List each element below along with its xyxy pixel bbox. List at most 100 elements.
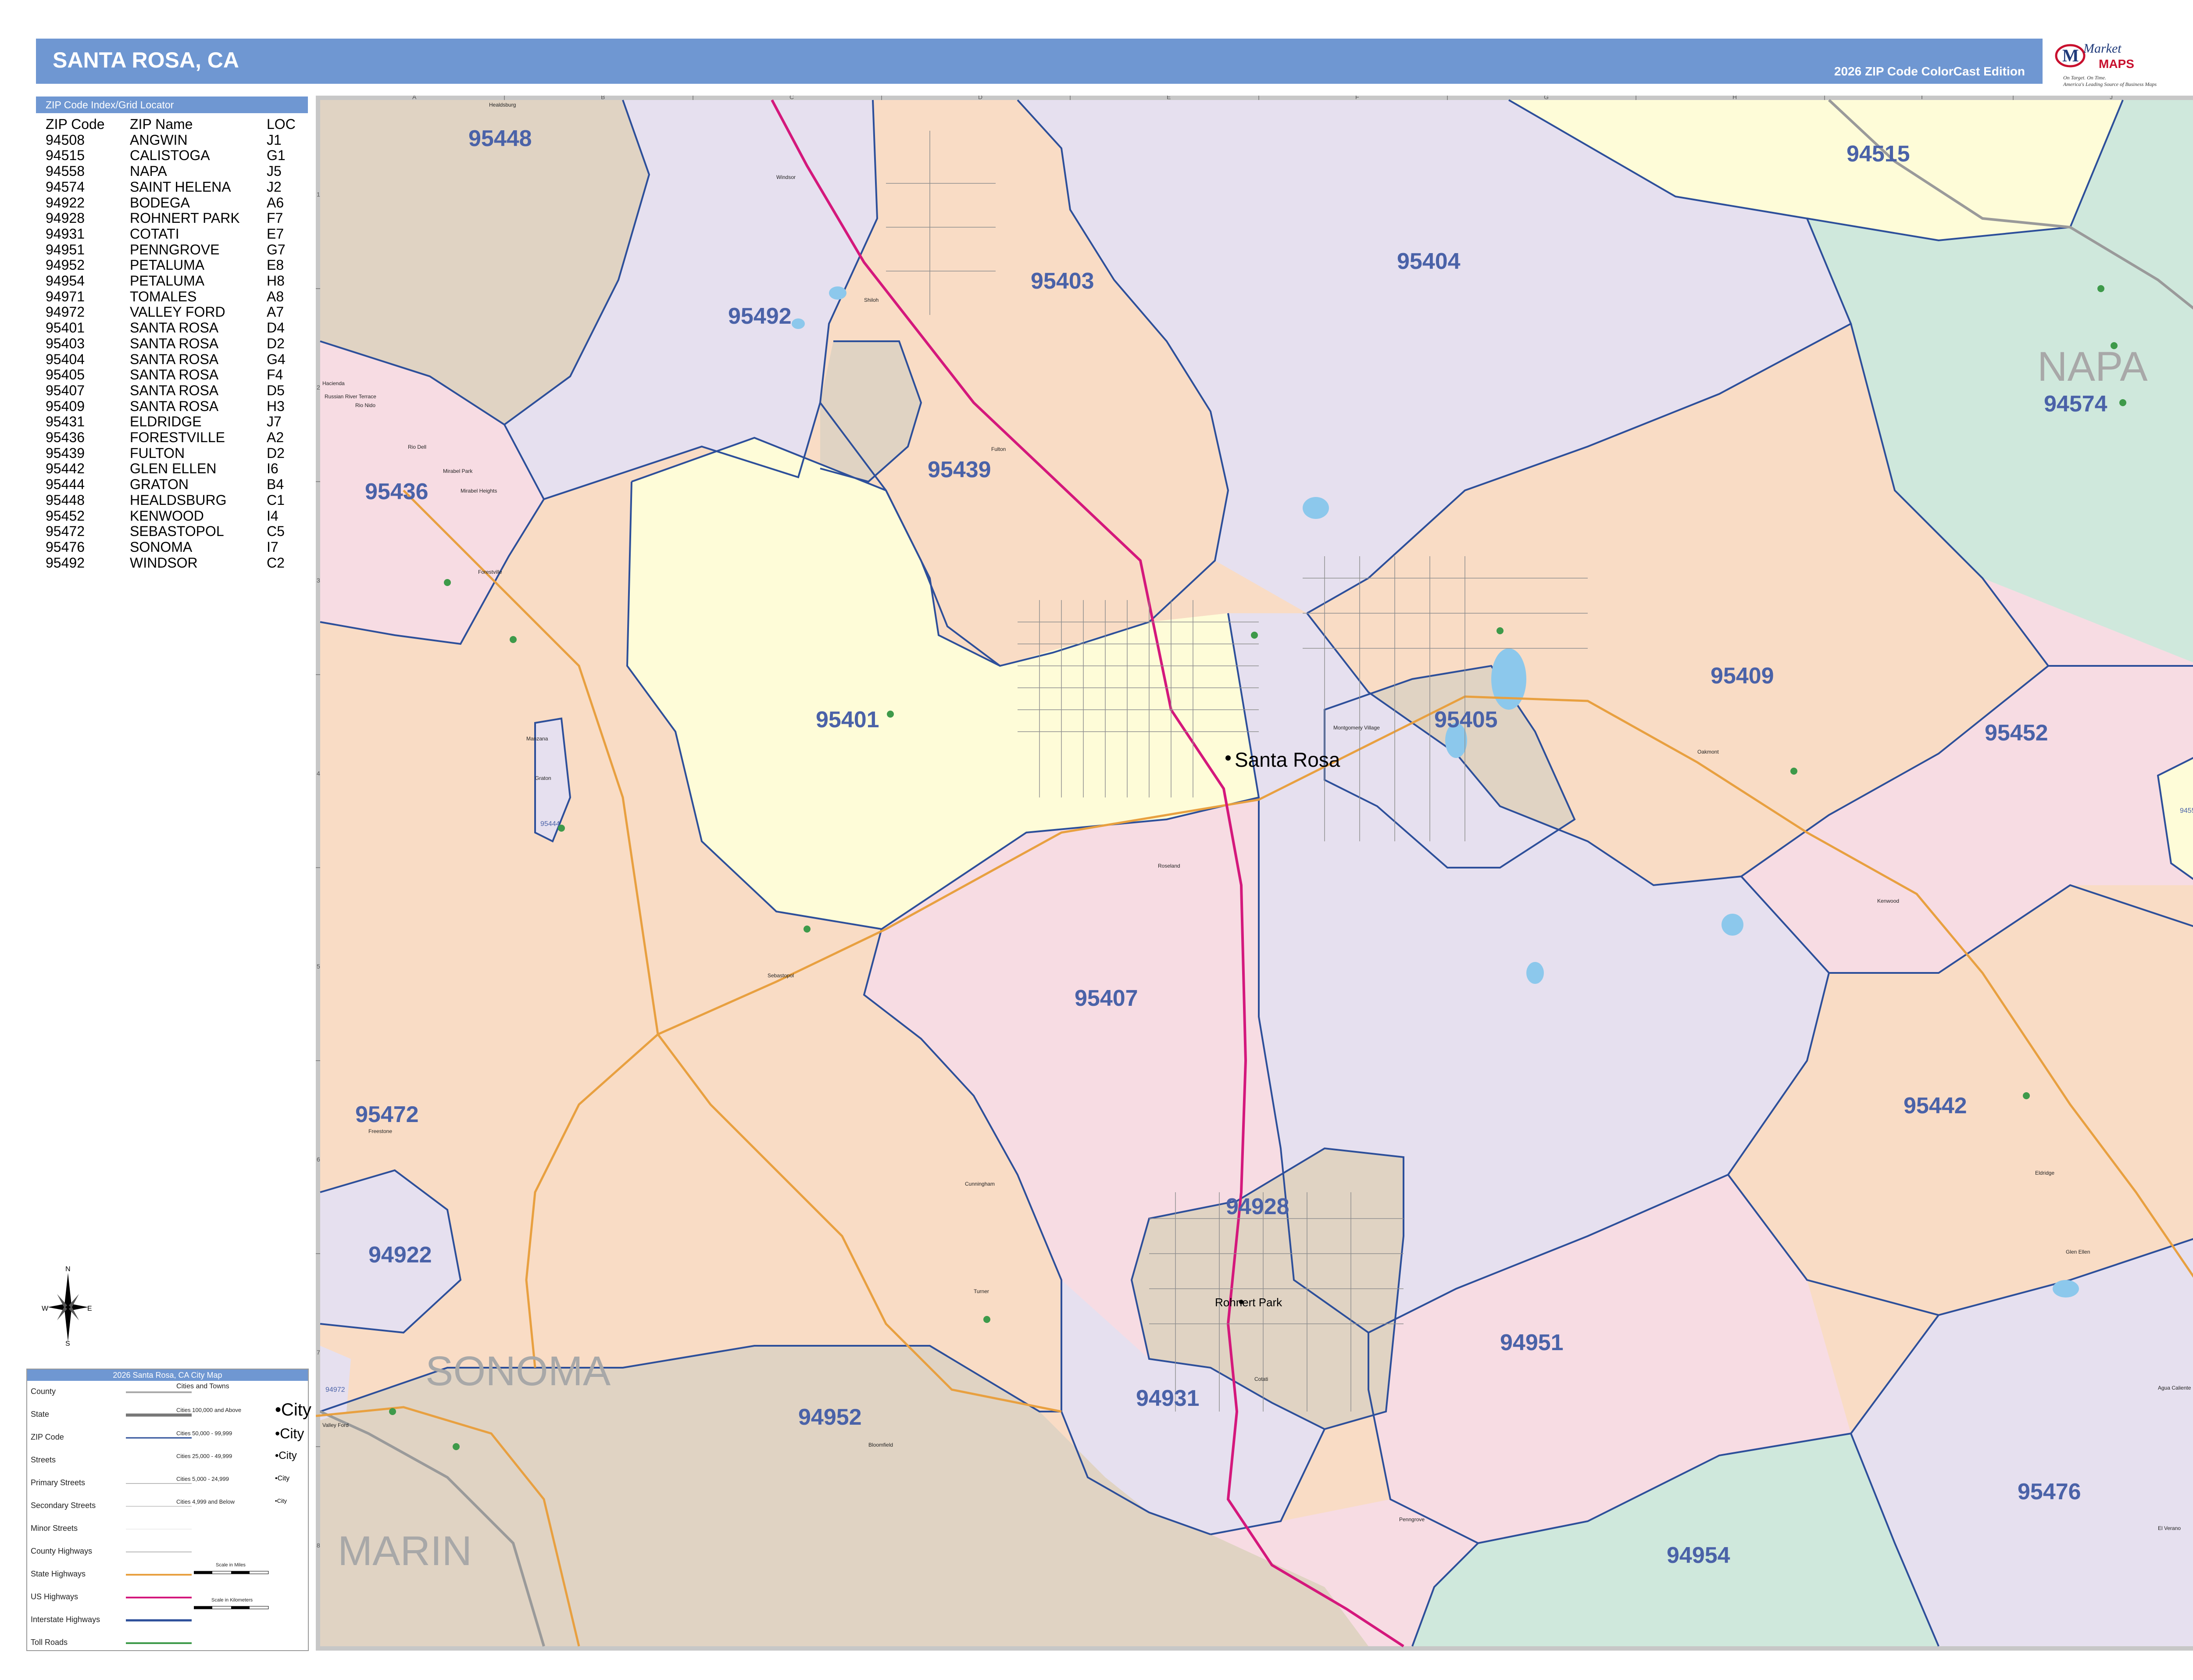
- grid-row-2: 2: [317, 384, 320, 391]
- zip-index-row: 95436 FORESTVILLE A2: [36, 429, 296, 446]
- highway-shield-icon: [804, 926, 811, 933]
- town-label-mirabel-heights: Mirabel Heights: [461, 488, 497, 494]
- highway-shield-icon: [558, 825, 565, 832]
- loc-cell: A8: [267, 288, 284, 304]
- grid-col-j: J: [2110, 96, 2113, 100]
- legend-city-sample-2-text: City: [280, 1426, 304, 1441]
- map-frame: A B C D E F G H I J 1 2 3 4 5 6 7 8 SONO…: [316, 96, 2193, 1651]
- scale-km-label: Scale in Kilometers: [211, 1598, 253, 1603]
- legend-title: 2026 Santa Rosa, CA City Map: [27, 1369, 308, 1381]
- loc-cell: I4: [267, 508, 279, 524]
- zip-name-cell: TOMALES: [130, 288, 197, 304]
- loc-cell: D2: [267, 445, 285, 461]
- zip-index-row: 95403 SANTA ROSA D2: [36, 336, 296, 352]
- legend-city-sample-5: •City: [275, 1498, 287, 1504]
- loc-cell: C1: [267, 492, 285, 508]
- legend-county: County: [31, 1387, 56, 1396]
- grid-row-3: 3: [317, 577, 320, 584]
- loc-cell: E7: [267, 225, 284, 242]
- zip-code-cell: 95409: [46, 398, 85, 414]
- town-label-manzana: Manzana: [526, 736, 548, 742]
- zip-code-cell: 94515: [46, 147, 85, 164]
- town-label-kenwood: Kenwood: [1877, 898, 1899, 904]
- loc-cell: F4: [267, 367, 283, 383]
- zip-index-row: 94558 NAPA J5: [36, 163, 296, 179]
- map-title: SANTA ROSA, CA: [53, 48, 239, 72]
- zip-code-cell: 94922: [46, 194, 85, 211]
- map-legend: 2026 Santa Rosa, CA City Map County Stat…: [26, 1369, 311, 1651]
- logo-tagline: On Target. On Time. America's Leading So…: [2063, 75, 2157, 88]
- loc-cell: H3: [267, 398, 285, 414]
- grid-row-4: 4: [317, 770, 320, 777]
- zip-index-header-row: ZIP Code ZIP Name LOC: [36, 116, 296, 132]
- market-maps-logo-icon: M Market MAPS: [2055, 41, 2134, 71]
- zip-label-95442: 95442: [1904, 1093, 1967, 1119]
- zip-label-95448: 95448: [468, 126, 532, 151]
- legend-city-class-4: Cities 5,000 - 24,999: [176, 1476, 229, 1482]
- zip-index-row: 95442 GLEN ELLEN I6: [36, 461, 296, 477]
- city-label-rohnert-park: Rohnert Park: [1215, 1296, 1282, 1309]
- legend-city-sample-5-text: City: [277, 1498, 287, 1504]
- zip-name-cell: SANTA ROSA: [130, 382, 219, 398]
- zip-label-95407: 95407: [1075, 986, 1138, 1011]
- zip-code-cell: 95439: [46, 445, 85, 461]
- loc-cell: G4: [267, 351, 286, 367]
- zip-index-row: 94954 PETALUMA H8: [36, 273, 296, 289]
- zip-name-cell: VALLEY FORD: [130, 304, 225, 320]
- grid-row-5: 5: [317, 963, 320, 970]
- zip-index-row: 95407 SANTA ROSA D5: [36, 382, 296, 399]
- zip-index-row: 94951 PENNGROVE G7: [36, 242, 296, 258]
- grid-col-d: D: [978, 96, 982, 100]
- legend-city-class-3: Cities 25,000 - 49,999: [176, 1453, 232, 1459]
- zip-code-cell: 94954: [46, 273, 85, 289]
- loc-cell: F7: [267, 210, 283, 226]
- grid-row-7: 7: [317, 1349, 320, 1356]
- town-label-mirabel-park: Mirabel Park: [443, 468, 473, 474]
- zip-code-cell: 94972: [46, 304, 85, 320]
- grid-col-i: I: [1921, 96, 1923, 100]
- town-label-graton: Graton: [535, 775, 551, 781]
- zip-index-row: 94508 ANGWIN J1: [36, 132, 296, 148]
- town-label-oakmont: Oakmont: [1697, 749, 1719, 755]
- zip-code-cell: 94931: [46, 225, 85, 242]
- legend-city-sample-4-text: City: [277, 1475, 290, 1482]
- logo-tagline-2: America's Leading Source of Business Map…: [2063, 81, 2157, 87]
- legend-city-class-1: Cities 100,000 and Above: [176, 1407, 242, 1413]
- loc-cell: J1: [267, 132, 282, 148]
- zip-index-table: ZIP Code ZIP Name LOC 94508 ANGWIN J1 94515…: [36, 116, 296, 571]
- zip-regions: [320, 100, 2193, 1646]
- grid-row-8: 8: [317, 1542, 320, 1549]
- zip-code-cell: 95444: [46, 476, 85, 493]
- compass-e: E: [87, 1305, 92, 1312]
- zip-index-row: 95409 SANTA ROSA H3: [36, 398, 296, 415]
- zip-index-row: 95452 KENWOOD I4: [36, 508, 296, 524]
- grid-col-g: G: [1544, 96, 1549, 100]
- zip-index-row: 94922 BODEGA A6: [36, 195, 296, 211]
- zip-name-cell: GLEN ELLEN: [130, 461, 217, 477]
- zip-label-95405: 95405: [1434, 707, 1498, 733]
- zip-code-cell: 95436: [46, 429, 85, 446]
- loc-cell: E8: [267, 257, 284, 273]
- legend-city-sample-2: •City: [275, 1426, 304, 1441]
- zip-code-cell: 94952: [46, 257, 85, 273]
- loc-cell: I6: [267, 461, 279, 477]
- zip-name-cell: SANTA ROSA: [130, 320, 219, 336]
- loc-cell: A6: [267, 194, 284, 211]
- loc-cell: H8: [267, 273, 285, 289]
- zip-label-95492: 95492: [728, 304, 792, 329]
- highway-shield-icon: [1251, 632, 1258, 639]
- zip-name-cell: SANTA ROSA: [130, 351, 219, 367]
- zip-map: A B C D E F G H I J 1 2 3 4 5 6 7 8 SONO…: [316, 96, 2193, 1648]
- loc-cell: J2: [267, 179, 282, 195]
- zip-label-94922: 94922: [368, 1242, 432, 1268]
- zip-name-cell: ANGWIN: [130, 132, 188, 148]
- legend-streets: Streets: [31, 1455, 56, 1464]
- zip-label-95439: 95439: [928, 457, 991, 483]
- scale-bar-miles: [194, 1571, 269, 1574]
- grid-row-1: 1: [317, 191, 320, 198]
- zip-index-row: 94972 VALLEY FORD A7: [36, 304, 296, 320]
- legend-line-samples: [126, 1391, 192, 1644]
- town-label-bloomfield: Bloomfield: [868, 1442, 893, 1448]
- zip-index-row: 94515 CALISTOGA G1: [36, 148, 296, 164]
- town-label-valley-ford: Valley Ford: [322, 1422, 349, 1428]
